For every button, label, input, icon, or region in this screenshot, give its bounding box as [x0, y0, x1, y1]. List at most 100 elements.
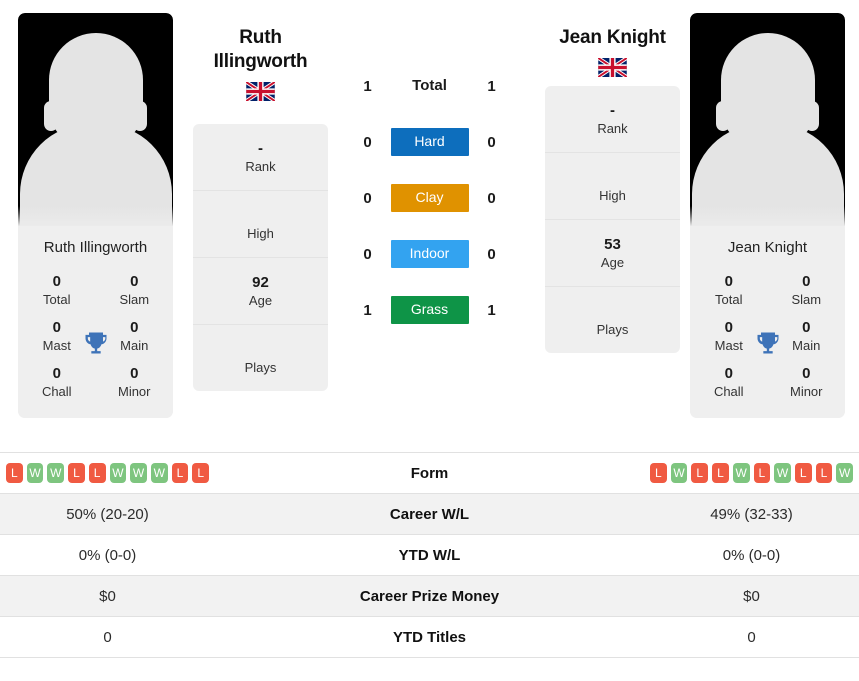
table-row: L W W L L W W W L L Form L W L L W L W L L W	[0, 452, 859, 494]
form-badge[interactable]: L	[794, 463, 812, 483]
right-titles-slam-value: 0	[802, 273, 811, 290]
form-badge[interactable]: W	[109, 463, 127, 483]
left-form-cell: LWWLLWWWLL	[0, 452, 215, 494]
right-info-high-value	[549, 169, 676, 186]
left-player-card-name: Ruth Illingworth	[18, 226, 173, 267]
left-titles-slam-value: 0	[130, 273, 139, 290]
right-career_prize_money-value: $0	[644, 575, 859, 617]
form-badge[interactable]: W	[47, 463, 65, 483]
left-career_wl-value: 50% (20-20)	[0, 493, 215, 535]
left-player-title: Ruth Illingworth	[213, 27, 308, 72]
left-titles-chall: 0 Chall	[18, 359, 96, 405]
row-label-form: Form	[215, 452, 644, 494]
right-player-card[interactable]: Jean Knight 0 Total 0 Slam 0 Mast 0 Main	[690, 13, 845, 418]
form-badge[interactable]: L	[171, 463, 189, 483]
left-info-high: High	[193, 191, 328, 258]
surface-badge-indoor[interactable]: Indoor	[390, 240, 469, 268]
form-badge[interactable]: L	[712, 463, 729, 483]
right-info-plays: Plays	[545, 287, 680, 353]
right-player-info-column: Jean Knight - Rank High 53 Age Plays	[545, 26, 680, 353]
avatar-fade	[18, 206, 173, 226]
left-titles-mast-label: Mast	[42, 338, 71, 353]
surface-label-cell: Hard	[390, 128, 469, 156]
gb-flag-icon	[246, 82, 275, 101]
form-badge[interactable]: W	[836, 463, 854, 483]
surface-left-value: 0	[363, 189, 372, 207]
left-info-high-value	[197, 207, 324, 224]
comparison-stats-table: L W W L L W W W L L Form L W L L W L W L L W 50% (20-20) Caree…	[0, 452, 859, 658]
left-titles-chall-label: Chall	[41, 384, 72, 399]
surface-badge-hard[interactable]: Hard	[390, 128, 469, 156]
form-badge[interactable]: W	[26, 463, 44, 483]
right-ytd_titles-value: 0	[644, 616, 859, 658]
form-badge[interactable]: L	[88, 463, 106, 483]
surface-row-indoor: 0 Indoor 0	[328, 226, 531, 282]
right-titles-minor: 0 Minor	[768, 359, 846, 405]
surface-left-value: 0	[363, 133, 372, 151]
avatar-ear-right	[805, 101, 819, 131]
form-badge[interactable]: L	[5, 463, 23, 483]
left-career_prize_money-value: $0	[0, 575, 215, 617]
right-player-title: Jean Knight	[559, 27, 666, 48]
left-player-avatar	[18, 13, 173, 226]
left-player-card[interactable]: Ruth Illingworth 0 Total 0 Slam 0 Mast 0…	[18, 13, 173, 418]
left-titles-minor-value: 0	[130, 365, 139, 382]
avatar-fade	[690, 206, 845, 226]
form-badge[interactable]: L	[691, 463, 709, 483]
right-career_wl-value: 49% (32-33)	[644, 493, 859, 535]
avatar-ear-left	[716, 101, 730, 131]
surface-left-value: 0	[363, 245, 372, 263]
form-badge[interactable]: W	[130, 463, 147, 483]
form-badge[interactable]: W	[150, 463, 168, 483]
surface-label-cell: Indoor	[390, 240, 469, 268]
form-badge[interactable]: L	[68, 463, 85, 483]
left-info-age-label: Age	[248, 293, 273, 308]
left-ytd_wl-value: 0% (0-0)	[0, 534, 215, 576]
left-titles-minor: 0 Minor	[96, 359, 174, 405]
right-info-high: High	[545, 153, 680, 220]
left-titles-mast: 0 Mast	[18, 313, 96, 359]
avatar-ear-right	[133, 101, 147, 131]
form-badge[interactable]: L	[649, 463, 667, 483]
form-badge[interactable]: L	[753, 463, 771, 483]
row-label-career_wl: Career W/L	[215, 493, 644, 535]
left-player-info-box: - Rank High 92 Age Plays	[193, 124, 328, 391]
surface-badge-clay[interactable]: Clay	[390, 184, 469, 212]
player-comparison-page: Ruth Illingworth 0 Total 0 Slam 0 Mast 0…	[0, 0, 859, 681]
left-player-titles-grid: 0 Total 0 Slam 0 Mast 0 Main 0 Chall 0 M…	[18, 267, 173, 418]
right-titles-main-label: Main	[792, 338, 821, 353]
left-titles-minor-label: Minor	[117, 384, 151, 399]
left-info-plays: Plays	[193, 325, 328, 391]
surface-row-total: 1 Total 1	[328, 58, 531, 114]
left-titles-total-value: 0	[52, 273, 61, 290]
left-titles-mast-value: 0	[52, 319, 61, 336]
right-info-age-value: 53	[604, 236, 621, 253]
right-player-avatar	[690, 13, 845, 226]
right-titles-slam: 0 Slam	[768, 267, 846, 313]
right-ytd_wl-value: 0% (0-0)	[644, 534, 859, 576]
right-info-high-label: High	[599, 188, 626, 203]
avatar-ear-left	[44, 101, 58, 131]
right-titles-chall-label: Chall	[713, 384, 744, 399]
left-form-strip: LWWLLWWWLL	[0, 463, 215, 483]
left-titles-slam-label: Slam	[119, 292, 150, 307]
row-label-career_prize_money: Career Prize Money	[215, 575, 644, 617]
left-info-rank: - Rank	[193, 124, 328, 191]
surface-right-value: 1	[487, 77, 496, 95]
form-badge[interactable]: L	[815, 463, 833, 483]
surface-badge-grass[interactable]: Grass	[390, 296, 469, 324]
surface-label-cell: Clay	[390, 184, 469, 212]
surface-left-value: 1	[363, 77, 372, 95]
right-player-flag-wrap	[545, 58, 680, 78]
left-titles-chall-value: 0	[52, 365, 61, 382]
row-label-ytd_titles: YTD Titles	[215, 616, 644, 658]
form-badge[interactable]: W	[732, 463, 750, 483]
left-titles-main: 0 Main	[96, 313, 174, 359]
gb-flag-icon	[598, 58, 627, 77]
right-form-strip: LWLLWLWLLW	[644, 463, 859, 483]
right-titles-slam-label: Slam	[791, 292, 822, 307]
right-titles-main-value: 0	[802, 319, 811, 336]
form-badge[interactable]: W	[670, 463, 688, 483]
form-badge[interactable]: W	[774, 463, 791, 483]
form-badge[interactable]: L	[192, 463, 210, 483]
